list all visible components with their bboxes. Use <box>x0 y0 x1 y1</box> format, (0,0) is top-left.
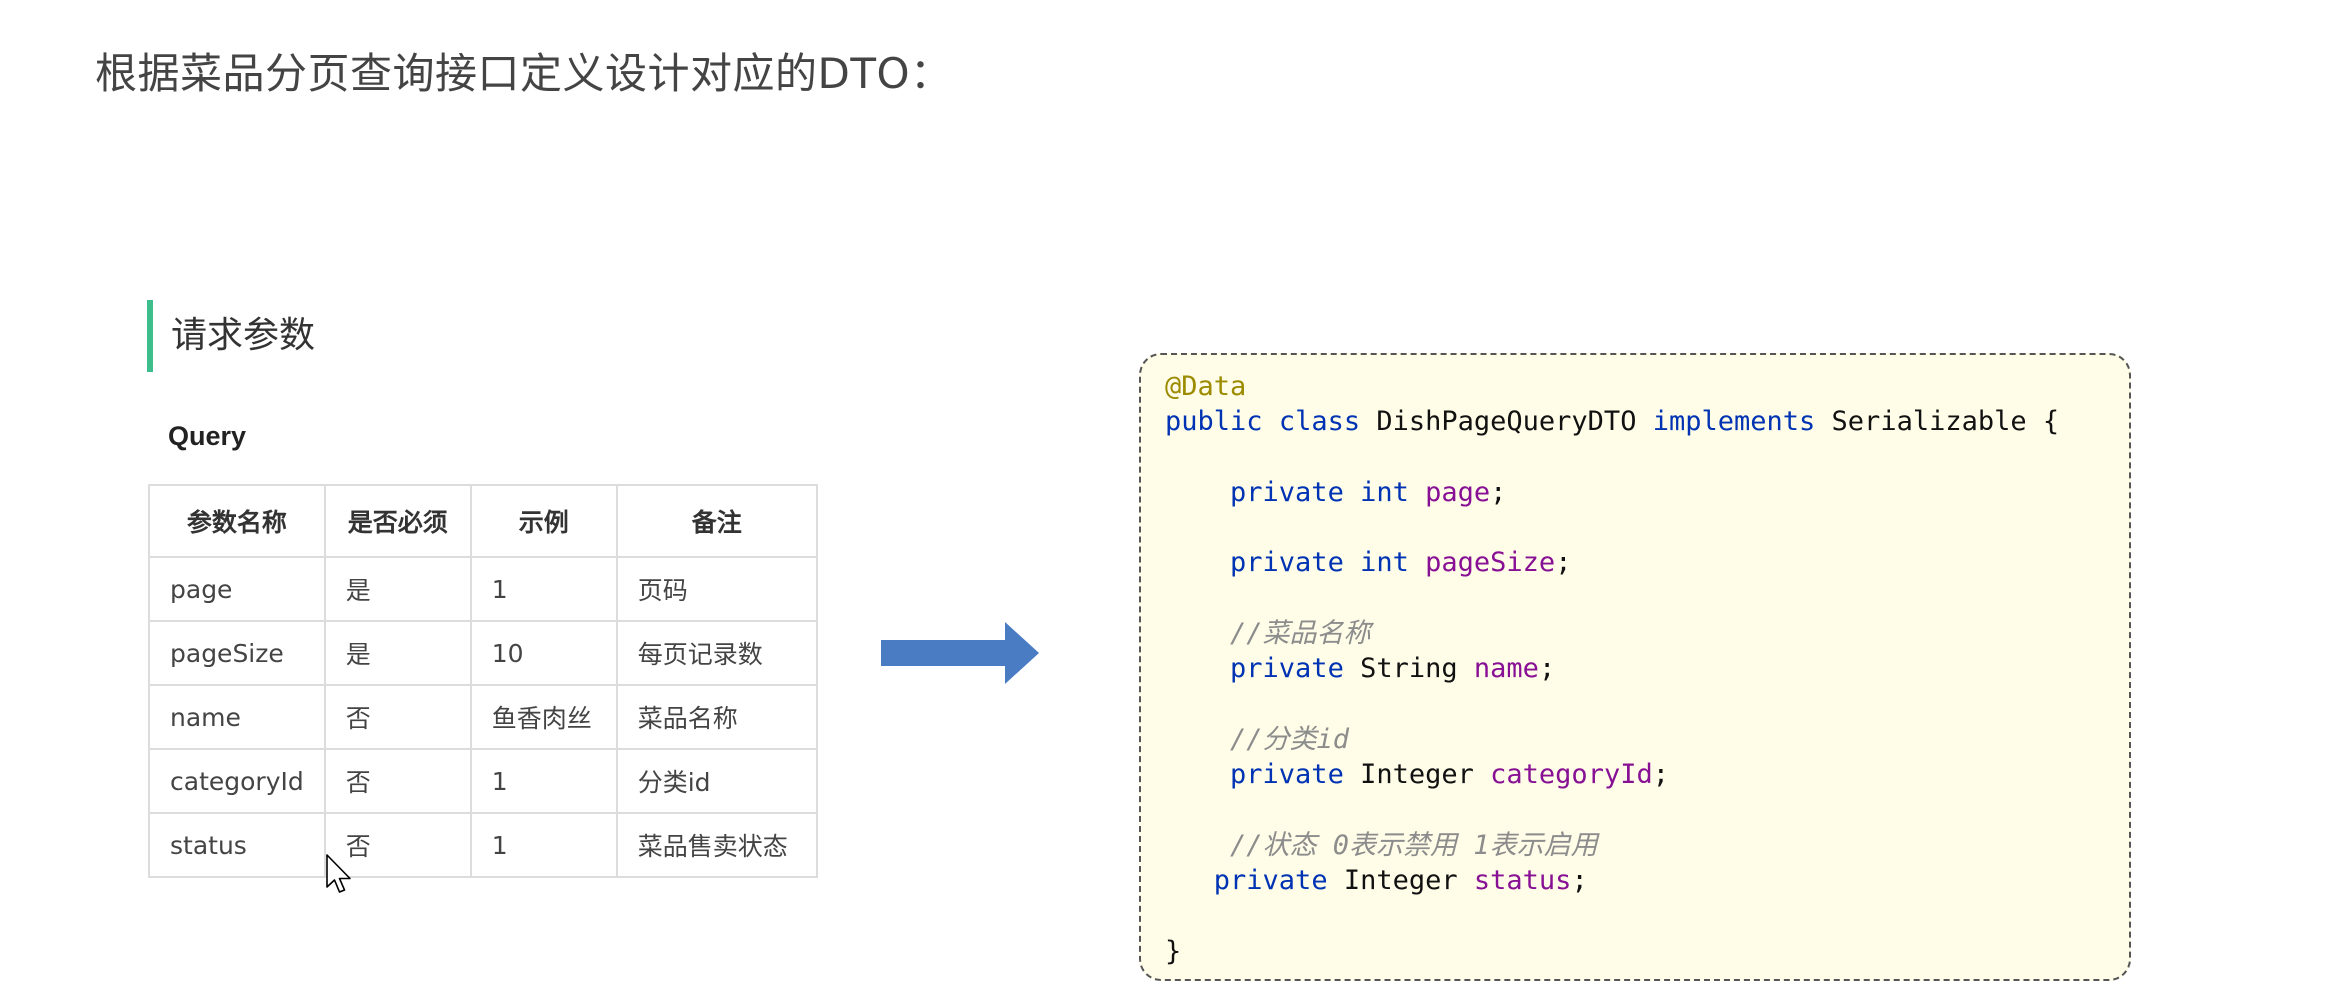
header-required: 是否必须 <box>323 484 472 558</box>
field-type: Integer <box>1343 865 1458 897</box>
open-brace: { <box>2042 406 2060 438</box>
cell-remark: 每页记录数 <box>615 620 818 686</box>
header-param-name: 参数名称 <box>148 484 326 558</box>
field-name-page: page <box>1425 476 1491 508</box>
semicolon: ; <box>1571 865 1588 897</box>
cell-example: 1 <box>469 556 618 622</box>
cell-example: 10 <box>469 620 618 686</box>
keyword-public: public <box>1165 406 1263 438</box>
cell-remark: 菜品名称 <box>615 684 818 750</box>
field-type: String <box>1360 653 1458 685</box>
header-example: 示例 <box>469 484 618 558</box>
modifier: private <box>1230 653 1344 685</box>
cell-required: 是 <box>323 556 472 622</box>
table-row: categoryId 否 1 分类id <box>148 748 818 814</box>
cell-param-name: categoryId <box>148 748 326 814</box>
modifier: private <box>1230 476 1344 508</box>
right-arrow-icon <box>881 622 1039 684</box>
cell-remark: 菜品售卖状态 <box>615 812 818 878</box>
modifier: private <box>1213 865 1328 897</box>
cell-required: 否 <box>323 748 472 814</box>
comment-category: //分类id <box>1230 723 1350 755</box>
query-label: Query <box>168 421 247 451</box>
field-name-categoryid: categoryId <box>1490 759 1653 791</box>
keyword-implements: implements <box>1652 406 1816 438</box>
cell-example: 鱼香肉丝 <box>469 684 618 750</box>
header-remark: 备注 <box>615 484 818 558</box>
code-panel: @Data public class DishPageQueryDTO impl… <box>1139 353 2131 981</box>
code-block: @Data public class DishPageQueryDTO impl… <box>1165 369 2059 969</box>
table-row: name 否 鱼香肉丝 菜品名称 <box>148 684 818 750</box>
field-name-pagesize: pageSize <box>1425 547 1556 579</box>
close-brace: } <box>1165 935 1182 967</box>
field-type: int <box>1360 476 1409 508</box>
cell-remark: 页码 <box>615 556 818 622</box>
field-type: Integer <box>1360 759 1474 791</box>
cell-required: 是 <box>323 620 472 686</box>
cell-param-name: page <box>148 556 326 622</box>
comment-status: //状态 0表示禁用 1表示启用 <box>1230 829 1598 861</box>
field-name-name: name <box>1473 653 1539 685</box>
cell-example: 1 <box>469 812 618 878</box>
section-title: 请求参数 <box>147 300 315 372</box>
cell-required: 否 <box>323 684 472 750</box>
keyword-class: class <box>1278 406 1361 438</box>
table-row: status 否 1 菜品售卖状态 <box>148 812 818 878</box>
semicolon: ; <box>1555 547 1572 579</box>
cell-example: 1 <box>469 748 618 814</box>
cell-param-name: pageSize <box>148 620 326 686</box>
field-name-status: status <box>1473 865 1572 897</box>
field-type: int <box>1360 547 1409 579</box>
semicolon: ; <box>1652 759 1669 791</box>
modifier: private <box>1230 547 1344 579</box>
table-row: page 是 1 页码 <box>148 556 818 622</box>
page-title: 根据菜品分页查询接口定义设计对应的DTO： <box>95 49 953 98</box>
modifier: private <box>1230 759 1344 791</box>
params-table: 参数名称 是否必须 示例 备注 page 是 1 页码 pageSize 是 1… <box>148 484 818 878</box>
semicolon: ; <box>1490 476 1507 508</box>
table-header-row: 参数名称 是否必须 示例 备注 <box>148 484 818 558</box>
interface-name: Serializable <box>1831 406 2027 438</box>
mouse-pointer-icon <box>326 854 351 893</box>
comment-name: //菜品名称 <box>1230 618 1371 650</box>
annotation-data: @Data <box>1165 371 1247 402</box>
cell-param-name: status <box>148 812 326 878</box>
cell-remark: 分类id <box>615 748 818 814</box>
table-row: pageSize 是 10 每页记录数 <box>148 620 818 686</box>
semicolon: ; <box>1538 653 1556 685</box>
cell-param-name: name <box>148 684 326 750</box>
class-name: DishPageQueryDTO <box>1376 406 1637 438</box>
